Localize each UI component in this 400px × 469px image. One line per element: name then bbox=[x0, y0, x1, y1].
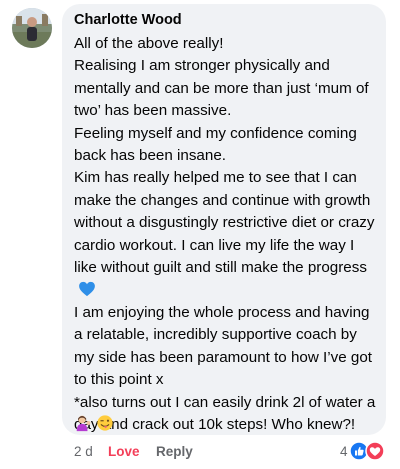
blue-heart-icon bbox=[79, 282, 95, 297]
comment-paragraph: Kim has really helped me to see that I c… bbox=[74, 167, 380, 301]
reaction-count[interactable]: 4 bbox=[340, 444, 348, 459]
emoji-row bbox=[74, 413, 114, 433]
comment-paragraph: Realising I am stronger physically and m… bbox=[74, 57, 369, 120]
comment-paragraph: I am enjoying the whole process and havi… bbox=[74, 303, 373, 389]
love-button[interactable]: Love bbox=[108, 444, 140, 459]
comment-body: All of the above really! Realising I am … bbox=[74, 33, 380, 436]
comment-author[interactable]: Charlotte Wood bbox=[74, 12, 182, 28]
person-tipping-hand-icon bbox=[76, 415, 91, 432]
comment-paragraph: Feeling myself and my confidence coming … bbox=[74, 124, 357, 165]
reaction-icons[interactable] bbox=[349, 441, 389, 461]
comment-paragraph: *also turns out I can easily drink 2l of… bbox=[74, 393, 376, 433]
comment-timestamp[interactable]: 2 d bbox=[74, 444, 93, 459]
comment-paragraph-text: Kim has really helped me to see that I c… bbox=[74, 169, 375, 277]
love-reaction-icon bbox=[365, 441, 385, 461]
reply-button[interactable]: Reply bbox=[156, 444, 193, 459]
winking-face-with-tongue-icon bbox=[97, 415, 113, 431]
avatar[interactable] bbox=[12, 8, 52, 48]
comment-paragraph: All of the above really! bbox=[74, 35, 224, 52]
